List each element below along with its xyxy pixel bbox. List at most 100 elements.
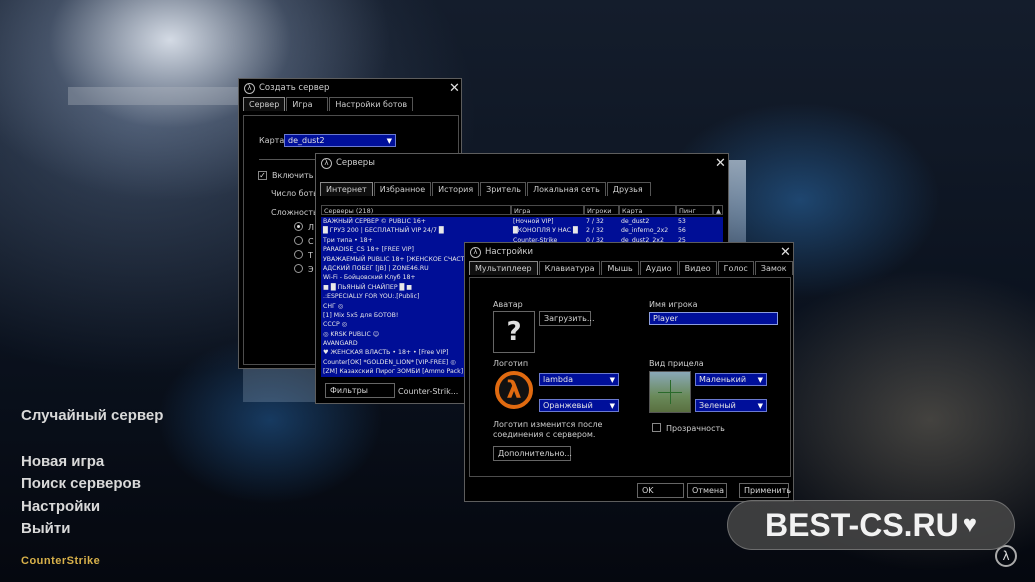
difficulty-option-label: Т bbox=[308, 251, 313, 260]
close-icon[interactable]: ✕ bbox=[780, 245, 791, 260]
menu-random-server[interactable]: Случайный сервер bbox=[21, 407, 163, 424]
column-header-servers[interactable]: Серверы (218) bbox=[321, 205, 511, 215]
table-cell: █ ГРУЗ 200 | БЕСПЛАТНЫЙ VIP 24/7 █ bbox=[323, 227, 444, 235]
column-header-game[interactable]: Игра bbox=[511, 205, 584, 215]
steam-icon: λ bbox=[244, 82, 255, 94]
table-cell: 56 bbox=[678, 227, 686, 235]
tab-server[interactable]: Сервер bbox=[243, 97, 286, 111]
table-row[interactable]: █ ГРУЗ 200 | БЕСПЛАТНЫЙ VIP 24/7 █ █КОНОП… bbox=[321, 226, 723, 235]
tab-favorites[interactable]: Избранное bbox=[373, 182, 432, 196]
crosshair-label: Вид прицела bbox=[649, 359, 704, 368]
server-list-header: Серверы (218) Игра Игроки Карта Пинг ▲ bbox=[321, 205, 723, 215]
settings-tabs: Мультиплеер Клавиатура Мышь Аудио Видео … bbox=[465, 261, 793, 275]
transparency-label: Прозрачность bbox=[666, 424, 725, 433]
table-cell: de_inferno_2x2 bbox=[621, 227, 669, 235]
upload-avatar-button[interactable]: Загрузить... bbox=[539, 311, 595, 326]
tab-keyboard[interactable]: Клавиатура bbox=[538, 261, 601, 275]
chevron-down-icon: ▼ bbox=[609, 402, 615, 410]
tab-voice[interactable]: Голос bbox=[717, 261, 754, 275]
chevron-down-icon: ▼ bbox=[386, 137, 392, 145]
table-cell: █КОНОПЛЯ У НАС █ bbox=[513, 227, 578, 235]
menu-quit[interactable]: Выйти bbox=[21, 520, 70, 537]
tab-lan[interactable]: Локальная сеть bbox=[527, 182, 606, 196]
table-cell: [Ночной VIP] bbox=[513, 218, 554, 225]
bot-count-label: Число боть bbox=[271, 189, 318, 198]
lambda-logo-preview: λ bbox=[495, 371, 533, 409]
tab-video[interactable]: Видео bbox=[678, 261, 717, 275]
player-name-input[interactable]: Player bbox=[649, 312, 778, 325]
tab-audio[interactable]: Аудио bbox=[639, 261, 678, 275]
tab-lock[interactable]: Замок bbox=[754, 261, 793, 275]
chevron-down-icon: ▼ bbox=[609, 376, 615, 384]
logo-label: Логотип bbox=[493, 359, 529, 368]
settings-title: Настройки bbox=[485, 247, 534, 257]
transparency-checkbox[interactable] bbox=[652, 423, 661, 432]
tab-mouse[interactable]: Мышь bbox=[601, 261, 639, 275]
difficulty-option-label: Л bbox=[308, 223, 315, 232]
column-header-ping[interactable]: Пинг bbox=[676, 205, 713, 215]
difficulty-label: Сложность bbox=[271, 208, 318, 217]
table-row[interactable]: ВАЖНЫЙ СЕРВЕР © PUBLIC 16+ [Ночной VIP] 7 … bbox=[321, 217, 723, 226]
logo-color-select[interactable]: Оранжевый ▼ bbox=[539, 399, 619, 412]
game-filter-label: Counter-Strik... bbox=[398, 387, 459, 396]
tab-history[interactable]: История bbox=[432, 182, 480, 196]
crosshair-size-value: Маленький bbox=[699, 375, 747, 384]
settings-window: λ Настройки ✕ Мультиплеер Клавиатура Мыш… bbox=[464, 242, 794, 502]
create-server-titlebar[interactable]: λ Создать сервер bbox=[239, 79, 461, 97]
menu-settings[interactable]: Настройки bbox=[21, 498, 100, 515]
player-name-label: Имя игрока bbox=[649, 300, 698, 309]
tab-multiplayer[interactable]: Мультиплеер bbox=[469, 261, 538, 275]
tab-game[interactable]: Игра bbox=[286, 97, 329, 111]
table-cell: de_dust2 bbox=[621, 218, 650, 225]
settings-titlebar[interactable]: λ Настройки bbox=[465, 243, 793, 261]
ok-button[interactable]: OK bbox=[637, 483, 684, 498]
chevron-down-icon: ▼ bbox=[757, 376, 763, 384]
servers-titlebar[interactable]: λ Серверы bbox=[316, 154, 728, 172]
enable-bots-checkbox[interactable]: ✓ bbox=[258, 171, 267, 180]
table-cell: 7 / 32 bbox=[586, 218, 604, 225]
difficulty-option-label: С bbox=[308, 237, 314, 246]
crosshair-size-select[interactable]: Маленький ▼ bbox=[695, 373, 767, 386]
tab-spectate[interactable]: Зритель bbox=[480, 182, 527, 196]
logo-select-value: lambda bbox=[543, 375, 573, 384]
tab-bot-settings[interactable]: Настройки ботов bbox=[329, 97, 414, 111]
apply-button[interactable]: Применить bbox=[739, 483, 791, 498]
avatar-label: Аватар bbox=[493, 300, 523, 309]
brand-text: BEST-CS.RU bbox=[764, 506, 959, 543]
servers-tabs: Интернет Избранное История Зритель Локал… bbox=[316, 182, 728, 196]
counter-strike-logo: CounterStrike bbox=[21, 555, 101, 567]
crosshair-color-value: Зеленый bbox=[699, 401, 736, 410]
chevron-down-icon: ▼ bbox=[757, 402, 763, 410]
brand-logo: BEST-CS.RU ♥ bbox=[727, 500, 1015, 550]
steam-icon: λ bbox=[470, 246, 481, 258]
column-header-map[interactable]: Карта bbox=[619, 205, 676, 215]
difficulty-radio-hard[interactable] bbox=[294, 250, 303, 259]
difficulty-option-label: Э bbox=[308, 265, 314, 274]
steam-icon: λ bbox=[321, 157, 332, 169]
heart-icon: ♥ bbox=[962, 511, 978, 538]
map-select-value: de_dust2 bbox=[288, 136, 325, 145]
tab-internet[interactable]: Интернет bbox=[320, 182, 373, 196]
create-server-tabs: Сервер Игра Настройки ботов bbox=[239, 97, 461, 111]
column-header-players[interactable]: Игроки bbox=[584, 205, 619, 215]
difficulty-radio-expert[interactable] bbox=[294, 264, 303, 273]
filters-button[interactable]: Фильтры bbox=[325, 383, 395, 398]
close-icon[interactable]: ✕ bbox=[715, 156, 726, 171]
scroll-up-icon[interactable]: ▲ bbox=[713, 205, 723, 215]
logo-color-value: Оранжевый bbox=[543, 401, 593, 410]
cancel-button[interactable]: Отмена bbox=[687, 483, 727, 498]
background-decor bbox=[68, 87, 243, 105]
logo-select[interactable]: lambda ▼ bbox=[539, 373, 619, 386]
avatar: ? bbox=[493, 311, 535, 353]
advanced-button[interactable]: Дополнительно... bbox=[493, 446, 572, 461]
logo-note: Логотип изменится после соединения с сер… bbox=[493, 420, 603, 439]
crosshair-color-select[interactable]: Зеленый ▼ bbox=[695, 399, 767, 412]
menu-find-servers[interactable]: Поиск серверов bbox=[21, 475, 141, 492]
menu-new-game[interactable]: Новая игра bbox=[21, 453, 104, 470]
table-cell: 53 bbox=[678, 218, 686, 225]
difficulty-radio-normal[interactable] bbox=[294, 236, 303, 245]
difficulty-radio-easy[interactable] bbox=[294, 222, 303, 231]
close-icon[interactable]: ✕ bbox=[449, 81, 460, 96]
tab-friends[interactable]: Друзья bbox=[606, 182, 651, 196]
map-select[interactable]: de_dust2 ▼ bbox=[284, 134, 396, 147]
